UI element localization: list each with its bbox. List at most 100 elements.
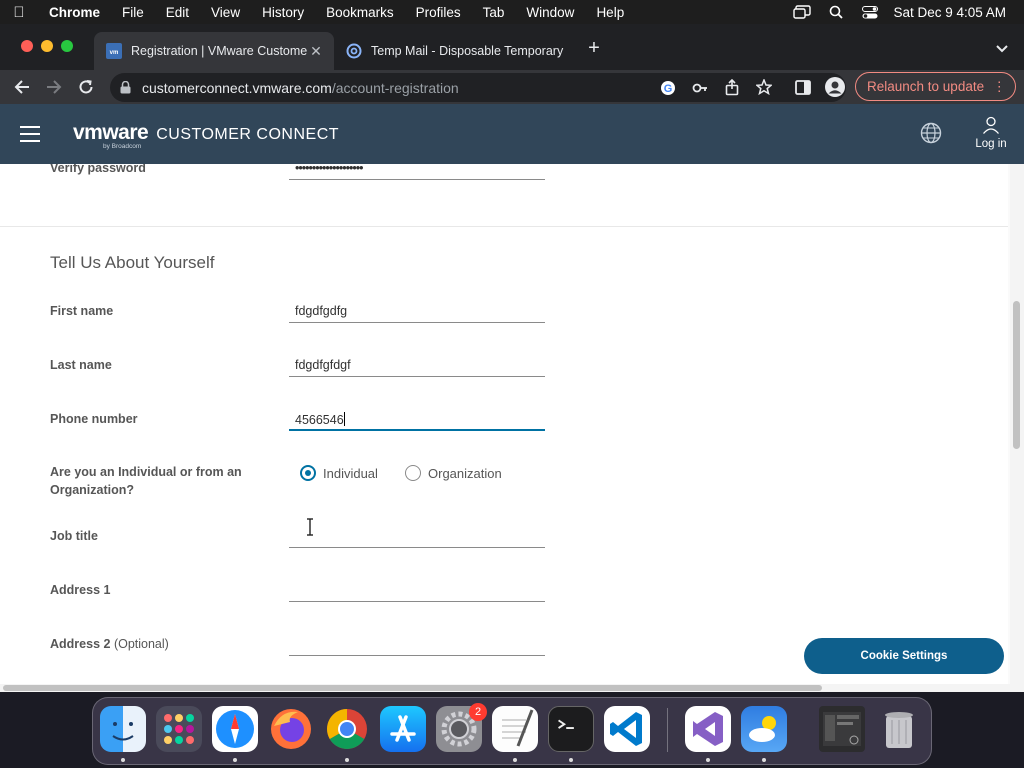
window-zoom-button[interactable] (61, 40, 73, 52)
relaunch-label: Relaunch to update (867, 79, 985, 94)
horizontal-scroll-thumb[interactable] (3, 685, 822, 691)
macos-dock: 2 (92, 697, 932, 765)
horizontal-scrollbar[interactable] (0, 684, 1024, 692)
relaunch-to-update-button[interactable]: Relaunch to update ⋮ (855, 72, 1016, 101)
macos-menu-bar:  Chrome File Edit View History Bookmark… (0, 0, 1024, 24)
safari-icon[interactable] (212, 706, 258, 752)
menu-history[interactable]: History (251, 5, 315, 20)
share-icon[interactable] (724, 79, 740, 96)
vmware-logo[interactable]: vmware CUSTOMER CONNECT (73, 121, 339, 145)
bookmark-star-icon[interactable] (756, 79, 772, 95)
logo-wordmark: vmware (73, 121, 149, 144)
password-key-icon[interactable] (692, 80, 708, 96)
dock-separator (667, 708, 668, 752)
running-indicator (762, 758, 766, 762)
phone-number-label: Phone number (50, 412, 138, 426)
browser-tab-strip: vm Registration | VMware Customer Connec… (0, 24, 1024, 70)
radio-organization[interactable]: Organization (405, 465, 502, 481)
vscode-icon[interactable] (604, 706, 650, 752)
phone-number-value: 4566546 (295, 413, 344, 427)
menu-profiles[interactable]: Profiles (405, 5, 472, 20)
verify-password-field[interactable]: •••••••••••••••••••• (289, 164, 545, 180)
menu-file[interactable]: File (111, 5, 155, 20)
running-indicator (569, 758, 573, 762)
question-line-2: Organization? (50, 483, 135, 497)
menu-edit[interactable]: Edit (155, 5, 200, 20)
terminal-icon[interactable] (548, 706, 594, 752)
svg-text:vm: vm (110, 50, 119, 56)
cookie-settings-button[interactable]: Cookie Settings (804, 638, 1004, 674)
more-options-icon[interactable]: ⋮ (993, 73, 1007, 100)
running-indicator (121, 758, 125, 762)
profile-avatar-icon[interactable] (823, 75, 847, 99)
tab-close-icon[interactable]: ✕ (308, 43, 324, 60)
optional-marker: (Optional) (113, 637, 169, 651)
brand-title: CUSTOMER CONNECT (156, 126, 340, 143)
tab-search-chevron-icon[interactable] (992, 39, 1012, 59)
language-globe-icon[interactable] (920, 122, 942, 144)
menu-window[interactable]: Window (515, 5, 585, 20)
textedit-icon[interactable] (492, 706, 538, 752)
launchpad-icon[interactable] (156, 706, 202, 752)
window-minimize-button[interactable] (41, 40, 53, 52)
logo-byline: by Broadcom (103, 143, 142, 150)
address-bar[interactable]: customerconnect.vmware.com/account-regis… (110, 73, 846, 102)
url-text[interactable]: customerconnect.vmware.com/account-regis… (142, 80, 459, 96)
app-store-icon[interactable] (380, 706, 426, 752)
browser-tab-registration[interactable]: vm Registration | VMware Customer Connec… (94, 32, 334, 70)
radio-checked-icon[interactable] (300, 465, 316, 481)
menu-chrome[interactable]: Chrome (38, 5, 111, 20)
vertical-scroll-thumb[interactable] (1013, 301, 1020, 449)
hamburger-menu-icon[interactable] (20, 126, 40, 142)
address2-label: Address 2 (Optional) (50, 635, 169, 653)
text-caret (343, 412, 345, 426)
last-name-field[interactable]: fdgdfgfdgf (289, 350, 545, 377)
vmware-favicon: vm (106, 43, 122, 59)
menu-help[interactable]: Help (585, 5, 635, 20)
svg-text:G: G (664, 83, 673, 95)
vertical-scrollbar[interactable] (1010, 164, 1024, 684)
first-name-label: First name (50, 304, 114, 318)
spotlight-search-icon[interactable] (819, 5, 853, 19)
visual-studio-icon[interactable] (685, 706, 731, 752)
finder-icon[interactable] (100, 706, 146, 752)
radio-unchecked-icon[interactable] (405, 465, 421, 481)
address2-field[interactable] (289, 629, 545, 656)
menu-bar-clock[interactable]: Sat Dec 9 4:05 AM (887, 5, 1024, 20)
menu-tab[interactable]: Tab (472, 5, 516, 20)
screenshot-thumbnail-icon[interactable] (819, 706, 865, 752)
trash-icon[interactable] (876, 706, 922, 752)
control-center-icon[interactable] (853, 5, 887, 19)
weather-icon[interactable] (741, 706, 787, 752)
individual-or-organization-label: Are you an Individual or from an Organiz… (50, 463, 242, 499)
address2-label-text: Address 2 (50, 637, 111, 651)
google-lens-icon[interactable]: G (660, 80, 676, 96)
browser-tab-temp-mail[interactable]: Temp Mail - Disposable Temporary Email (334, 32, 574, 70)
user-icon (983, 116, 999, 134)
job-title-field[interactable] (289, 521, 545, 548)
back-arrow-icon[interactable] (10, 75, 34, 99)
side-panel-icon[interactable] (791, 75, 815, 99)
first-name-field[interactable]: fdgdfgdfg (289, 296, 545, 323)
address1-label: Address 1 (50, 583, 111, 597)
menu-bookmarks[interactable]: Bookmarks (315, 5, 405, 20)
forward-arrow-icon[interactable] (42, 75, 66, 99)
login-button[interactable]: Log in (972, 116, 1010, 150)
lock-icon[interactable] (120, 81, 131, 94)
firefox-icon[interactable] (268, 706, 314, 752)
notification-badge: 2 (469, 703, 487, 721)
running-indicator (513, 758, 517, 762)
apple-menu-icon[interactable]:  (0, 4, 38, 21)
reload-icon[interactable] (74, 75, 98, 99)
chrome-icon[interactable] (324, 706, 370, 752)
phone-number-field[interactable]: 4566546 (289, 404, 545, 431)
address1-field[interactable] (289, 575, 545, 602)
running-indicator (706, 758, 710, 762)
radio-individual[interactable]: Individual (300, 465, 378, 481)
menu-view[interactable]: View (200, 5, 251, 20)
screen-mirroring-icon[interactable] (785, 5, 819, 19)
job-title-label: Job title (50, 529, 98, 543)
new-tab-button[interactable]: + (584, 38, 604, 60)
radio-organization-label: Organization (428, 465, 502, 481)
window-close-button[interactable] (21, 40, 33, 52)
